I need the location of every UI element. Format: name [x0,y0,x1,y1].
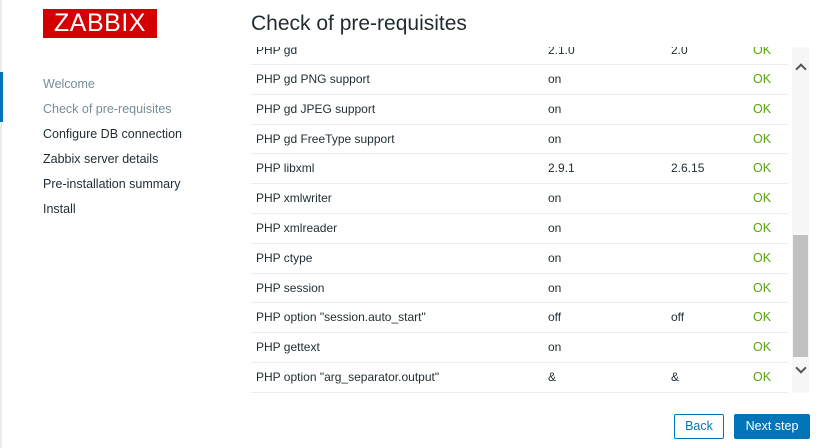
check-name: PHP option "session.auto_start" [256,310,426,325]
chevron-up-icon[interactable] [792,59,809,75]
step-install: Install [43,202,76,216]
table-row: PHP ctype on OK [251,244,788,274]
table-row: PHP session on OK [251,274,788,304]
frame-left-border [0,0,2,448]
check-name: PHP gd FreeType support [256,131,395,146]
check-current-value: on [548,280,562,295]
check-name: PHP xmlreader [256,220,338,235]
check-current-value: on [548,250,562,265]
check-required-value: off [671,310,685,325]
check-result: OK [753,191,772,206]
check-result: OK [753,250,772,265]
step-pre-install-summary: Pre-installation summary [43,177,181,191]
back-button[interactable]: Back [674,414,724,439]
table-scrollbar[interactable] [792,47,809,393]
check-current-value: off [548,310,562,325]
table-row: PHP option "arg_separator.output" & & OK [251,363,788,393]
check-name: PHP gettext [256,340,320,355]
check-current-value: on [548,131,562,146]
check-current-value: 2.1.0 [548,47,575,57]
check-result: OK [753,340,772,355]
check-result: OK [753,101,772,116]
setup-steps-list: Welcome Check of pre-requisites Configur… [0,72,240,222]
table-row: PHP xmlwriter on OK [251,184,788,214]
scrollbar-thumb[interactable] [793,235,808,357]
check-current-value: & [548,369,557,384]
prerequisites-table[interactable]: PHP gd 2.1.0 2.0 OK PHP gd PNG support o… [251,47,788,393]
check-result: OK [753,280,772,295]
check-result: OK [753,161,772,176]
check-current-value: on [548,191,562,206]
table-row: PHP gettext on OK [251,333,788,363]
check-name: PHP ctype [256,250,313,265]
check-current-value: 2.9.1 [548,161,575,176]
table-row: PHP option "session.auto_start" off off … [251,303,788,334]
zabbix-logo: ZABBIX [43,9,157,38]
chevron-down-icon[interactable] [792,361,809,377]
next-step-button[interactable]: Next step [734,414,810,439]
check-current-value: on [548,101,562,116]
check-result: OK [753,220,772,235]
table-row: PHP gd 2.1.0 2.0 OK [251,47,788,65]
check-result: OK [753,131,772,146]
check-result: OK [753,310,772,325]
check-name: PHP gd JPEG support [256,101,376,116]
check-result: OK [753,369,772,384]
step-configure-db: Configure DB connection [43,127,182,141]
check-result: OK [753,47,772,57]
check-required-value: 2.0 [671,47,688,57]
step-server-details: Zabbix server details [43,152,159,166]
table-row: PHP gd FreeType support on OK [251,125,788,155]
check-required-value: & [671,369,680,384]
table-row: PHP libxml 2.9.1 2.6.15 OK [251,154,788,185]
check-name: PHP libxml [256,161,315,176]
check-name: PHP xmlwriter [256,191,332,206]
check-name: PHP gd [256,47,298,57]
step-check-prerequisites: Check of pre-requisites [43,102,172,116]
check-current-value: on [548,340,562,355]
page-title: Check of pre-requisites [251,12,467,35]
check-required-value: 2.6.15 [671,161,705,176]
check-name: PHP option "arg_separator.output" [256,369,440,384]
check-current-value: on [548,72,562,86]
table-row: PHP gd PNG support on OK [251,65,788,95]
check-current-value: on [548,220,562,235]
table-row: PHP gd JPEG support on OK [251,95,788,125]
step-welcome: Welcome [43,77,95,91]
table-row: PHP xmlreader on OK [251,214,788,244]
check-name: PHP session [256,280,325,295]
check-name: PHP gd PNG support [256,72,370,86]
check-result: OK [753,72,772,86]
